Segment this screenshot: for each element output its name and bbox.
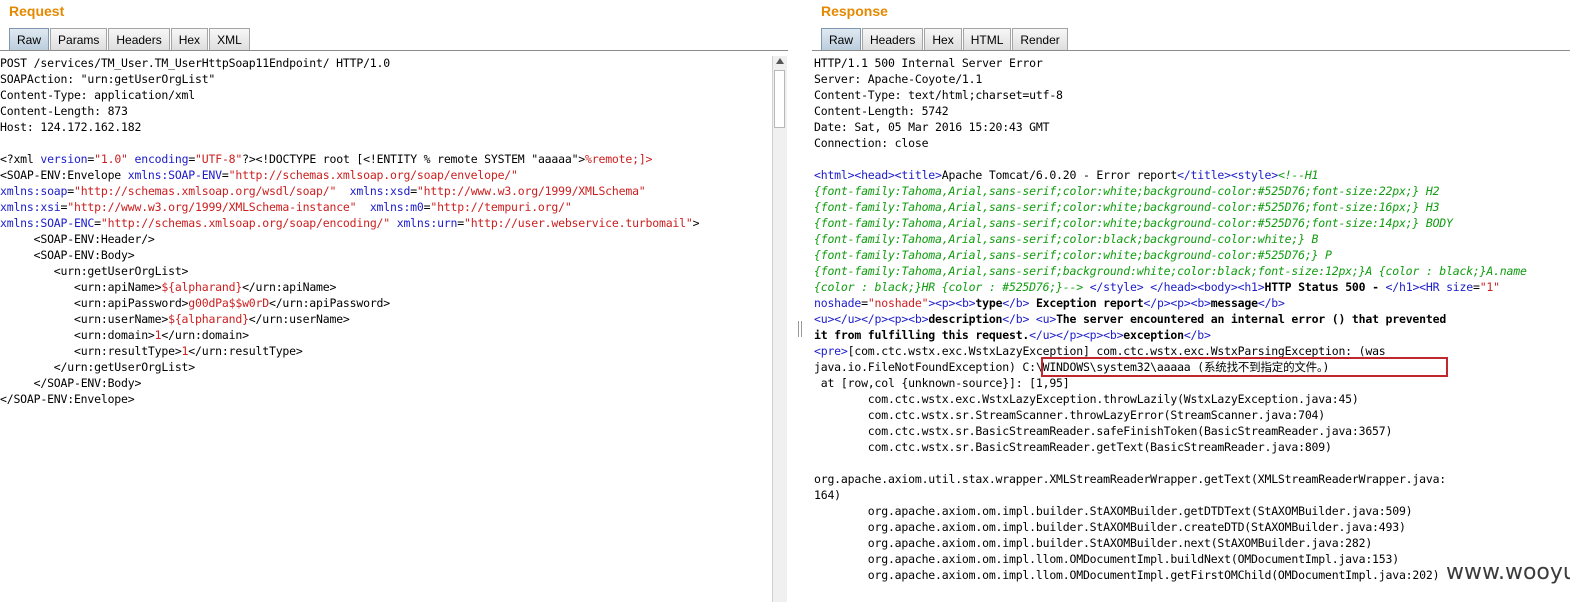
- trace-line: 164): [814, 488, 841, 502]
- trace-line: at [row,col {unknown-source}]: [1,95]: [814, 376, 1070, 390]
- html-request-line: it from fulfilling this request.</u></p>…: [814, 328, 1211, 342]
- soap-header-line: <SOAP-ENV:Header/>: [33, 232, 155, 246]
- response-header-line: Content-Type: text/html;charset=utf-8: [814, 88, 1063, 102]
- request-tab-params[interactable]: Params: [50, 28, 108, 50]
- html-type-line: noshade="noshade"><p><b>type</b> Excepti…: [814, 296, 1285, 310]
- request-tab-hex[interactable]: Hex: [170, 28, 209, 50]
- html-head-line: <html><head><title>Apache Tomcat/6.0.20 …: [814, 168, 1319, 182]
- css-line: {font-family:Tahoma,Arial,sans-serif;col…: [814, 248, 1332, 262]
- soap-body-open-line: <SOAP-ENV:Body>: [33, 248, 135, 262]
- response-header-line: HTTP/1.1 500 Internal Server Error: [814, 56, 1043, 70]
- scroll-thumb[interactable]: [774, 70, 785, 128]
- envelope-open-line: <SOAP-ENV:Envelope xmlns:SOAP-ENV="http:…: [0, 168, 518, 182]
- trace-line: com.ctc.wstx.sr.BasicStreamReader.safeFi…: [814, 424, 1393, 438]
- html-status-line: {color : black;}HR {color : #525D76;}-->…: [814, 280, 1500, 294]
- css-line: {font-family:Tahoma,Arial,sans-serif;col…: [814, 184, 1440, 198]
- response-tab-hex[interactable]: Hex: [924, 28, 962, 50]
- request-tabbar-divider: [0, 50, 788, 51]
- response-title: Response: [821, 3, 888, 19]
- method-close-line: </urn:getUserOrgList>: [53, 360, 195, 374]
- html-description-line: <u></u></p><p><b>description</b> <u>The …: [814, 312, 1447, 326]
- request-header-line: SOAPAction: "urn:getUserOrgList": [0, 72, 216, 86]
- request-tab-raw[interactable]: Raw: [9, 28, 50, 50]
- response-header-line: Connection: close: [814, 136, 929, 150]
- scroll-up-arrow-icon[interactable]: [776, 58, 784, 64]
- namespace-line: xmlns:xsi="http://www.w3.org/1999/XMLSch…: [0, 200, 572, 214]
- response-tab-render[interactable]: Render: [1012, 28, 1068, 50]
- envelope-close-line: </SOAP-ENV:Envelope>: [0, 392, 135, 406]
- namespace-line: xmlns:SOAP-ENC="http://schemas.xmlsoap.o…: [0, 216, 700, 230]
- watermark: www.wooyun.org: [1446, 560, 1570, 585]
- trace-line: com.ctc.wstx.exc.WstxLazyException.throw…: [814, 392, 1359, 406]
- domain-line: <urn:domain>1</urn:domain>: [73, 328, 249, 342]
- response-tabbar-divider: [812, 50, 1570, 51]
- method-open-line: <urn:getUserOrgList>: [53, 264, 189, 278]
- request-pane: Request Raw Params Headers Hex XML POST …: [0, 0, 788, 602]
- request-scrollbar[interactable]: [772, 56, 787, 602]
- response-header-line: Content-Length: 5742: [814, 104, 949, 118]
- response-tab-html[interactable]: HTML: [962, 28, 1012, 50]
- request-header-line: Host: 124.172.162.182: [0, 120, 142, 134]
- apiname-line: <urn:apiName>${alpharand}</urn:apiName>: [73, 280, 337, 294]
- response-tab-raw[interactable]: Raw: [821, 28, 862, 50]
- username-line: <urn:userName>${alpharand}</urn:userName…: [73, 312, 350, 326]
- trace-line: com.ctc.wstx.sr.BasicStreamReader.getTex…: [814, 440, 1332, 454]
- response-tabs: Raw Headers Hex HTML Render: [821, 28, 1069, 50]
- request-header-line: Content-Length: 873: [0, 104, 128, 118]
- css-line: {font-family:Tahoma,Arial,sans-serif;col…: [814, 216, 1453, 230]
- soap-body-close-line: </SOAP-ENV:Body>: [33, 376, 142, 390]
- response-header-line: Server: Apache-Coyote/1.1: [814, 72, 983, 86]
- css-line: {font-family:Tahoma,Arial,sans-serif;col…: [814, 232, 1319, 246]
- splitter-grip-icon[interactable]: [798, 321, 802, 337]
- apipassword-line: <urn:apiPassword>g00dPa$$w0rD</urn:apiPa…: [73, 296, 390, 310]
- request-tabs: Raw Params Headers Hex XML: [9, 28, 251, 50]
- request-header-line: Content-Type: application/xml: [0, 88, 195, 102]
- request-tab-xml[interactable]: XML: [209, 28, 250, 50]
- resulttype-line: <urn:resultType>1</urn:resultType>: [73, 344, 303, 358]
- response-header-line: Date: Sat, 05 Mar 2016 15:20:43 GMT: [814, 120, 1050, 134]
- trace-line: org.apache.axiom.om.impl.builder.StAXOMB…: [814, 536, 1373, 550]
- entity-reference: %remote;]>: [585, 152, 653, 166]
- trace-line: org.apache.axiom.util.stax.wrapper.XMLSt…: [814, 472, 1447, 486]
- response-editor[interactable]: HTTP/1.1 500 Internal Server Error Server…: [814, 55, 1566, 583]
- response-pane: Response Raw Headers Hex HTML Render HTT…: [812, 0, 1570, 602]
- trace-line: com.ctc.wstx.sr.StreamScanner.throwLazyE…: [814, 408, 1325, 422]
- request-header-line: POST /services/TM_User.TM_UserHttpSoap11…: [0, 56, 390, 70]
- request-tab-headers[interactable]: Headers: [108, 28, 170, 50]
- request-title: Request: [9, 3, 65, 19]
- xml-declaration-line: <?xml version="1.0" encoding="UTF-8"?><!…: [0, 152, 653, 166]
- css-line: {font-family:Tahoma,Arial,sans-serif;bac…: [814, 264, 1527, 278]
- response-tab-headers[interactable]: Headers: [862, 28, 924, 50]
- pane-divider[interactable]: [788, 0, 812, 602]
- trace-line: org.apache.axiom.om.impl.builder.StAXOMB…: [814, 504, 1413, 518]
- css-line: {font-family:Tahoma,Arial,sans-serif;col…: [814, 200, 1440, 214]
- trace-line: org.apache.axiom.om.impl.builder.StAXOMB…: [814, 520, 1406, 534]
- request-editor[interactable]: POST /services/TM_User.TM_UserHttpSoap11…: [0, 55, 770, 407]
- highlight-box: [1041, 357, 1448, 377]
- namespace-line: xmlns:soap="http://schemas.xmlsoap.org/w…: [0, 184, 646, 198]
